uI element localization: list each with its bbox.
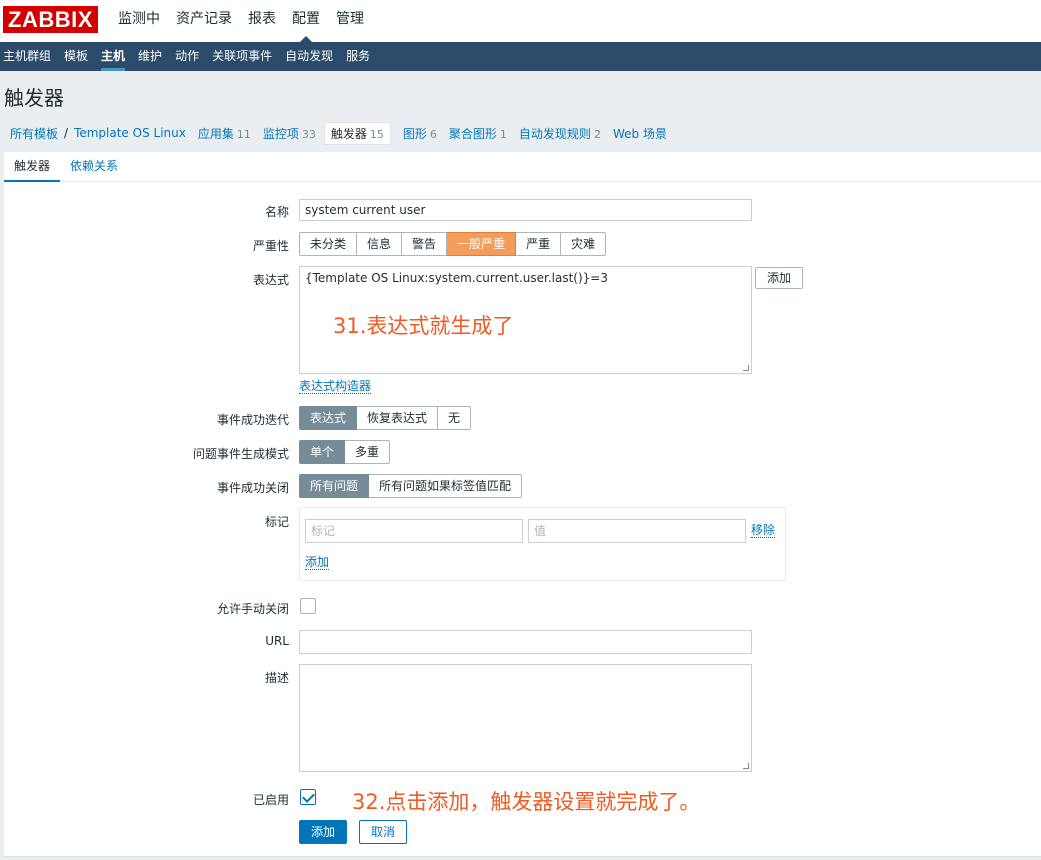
resize-handle-icon[interactable] bbox=[743, 365, 749, 371]
sub-menu-item[interactable]: 动作 bbox=[171, 42, 208, 71]
sub-menu-item[interactable]: 自动发现 bbox=[281, 42, 342, 71]
segment-option[interactable]: 警告 bbox=[402, 232, 448, 256]
main-menu-item[interactable]: 资产记录 bbox=[168, 0, 240, 42]
submit-add-button[interactable]: 添加 bbox=[299, 820, 348, 844]
description-textarea[interactable] bbox=[299, 664, 752, 772]
breadcrumb-item-label: 聚合图形 bbox=[448, 126, 497, 141]
breadcrumb-item-label: 自动发现规则 bbox=[518, 126, 591, 141]
url-input[interactable] bbox=[299, 630, 752, 654]
sub-menu-item[interactable]: 服务 bbox=[342, 42, 379, 71]
name-input[interactable]: system current user bbox=[299, 199, 752, 221]
main-menu-item[interactable]: 配置 bbox=[284, 0, 328, 42]
breadcrumb-item-count: 15 bbox=[369, 127, 384, 141]
ok-event-close-selector: 所有问题 所有问题如果标签值匹配 bbox=[299, 474, 523, 498]
sub-menu-item[interactable]: 维护 bbox=[134, 42, 171, 71]
main-menu-item[interactable]: 管理 bbox=[328, 0, 372, 42]
sub-menu-item[interactable]: 模板 bbox=[60, 42, 97, 71]
page-title: 触发器 bbox=[4, 86, 64, 110]
breadcrumb-item-count: 11 bbox=[236, 127, 251, 141]
url-label: URL bbox=[265, 634, 289, 648]
expression-text: {Template OS Linux:system.current.user.l… bbox=[305, 271, 608, 285]
sub-menu-item[interactable]: 主机 bbox=[97, 42, 134, 71]
severity-selector: 未分类 信息 警告 一般严重 严重 灾难 bbox=[299, 232, 607, 256]
breadcrumb-item[interactable]: 自动发现规则 2 bbox=[519, 125, 601, 142]
segment-option[interactable]: 表达式 bbox=[299, 406, 358, 430]
tags-label: 标记 bbox=[264, 515, 289, 529]
manual-close-label: 允许手动关闭 bbox=[216, 602, 289, 616]
trigger-form: 名称 system current user 严重性 未分类 信息 警告 一般严重 严重… bbox=[4, 182, 1041, 857]
top-bar: ZABBIX 监测中 资产记录 报表 配置 管理 bbox=[0, 0, 1041, 42]
breadcrumb-item-count: 2 bbox=[593, 127, 601, 141]
tag-value-input[interactable]: 值 bbox=[528, 519, 746, 543]
breadcrumb-separator: / bbox=[64, 126, 69, 140]
breadcrumb-item-label: 监控项 bbox=[262, 126, 299, 141]
segment-option[interactable]: 严重 bbox=[516, 232, 562, 256]
breadcrumb-item-count: 1 bbox=[499, 127, 507, 141]
ok-event-close-label: 事件成功关闭 bbox=[216, 481, 289, 495]
tags-table: 标记 值 移除 添加 bbox=[299, 507, 786, 581]
segment-option[interactable]: 所有问题如果标签值匹配 bbox=[369, 474, 523, 498]
segment-option[interactable]: 无 bbox=[438, 406, 472, 430]
breadcrumb-item[interactable]: 应用集 11 bbox=[198, 125, 251, 142]
breadcrumb-item[interactable]: 触发器 15 bbox=[323, 121, 391, 145]
expression-add-button[interactable]: 添加 bbox=[755, 267, 804, 289]
sub-menu: 主机群组 模板 主机 维护 动作 关联项事件 自动发现 服务 bbox=[0, 42, 1041, 71]
manual-close-checkbox[interactable] bbox=[300, 598, 316, 614]
enabled-checkbox[interactable] bbox=[300, 789, 316, 805]
problem-mode-selector: 单个 多重 bbox=[299, 440, 391, 464]
zabbix-logo[interactable]: ZABBIX bbox=[3, 6, 98, 33]
annotation-step-32: 32.点击添加，触发器设置就完成了。 bbox=[352, 790, 701, 814]
breadcrumb-item[interactable]: 监控项 33 bbox=[263, 125, 316, 142]
segment-option[interactable]: 灾难 bbox=[561, 232, 607, 256]
breadcrumb-item[interactable]: 图形 6 bbox=[403, 125, 437, 142]
ok-event-generation-selector: 表达式 恢复表达式无 bbox=[299, 406, 472, 430]
breadcrumb-item[interactable]: Web 场景 bbox=[613, 125, 667, 142]
breadcrumb-all-templates[interactable]: 所有模板 bbox=[10, 125, 58, 142]
tag-remove-link[interactable]: 移除 bbox=[751, 523, 776, 538]
resize-handle-icon[interactable] bbox=[743, 763, 749, 769]
breadcrumb-item-label: 图形 bbox=[402, 126, 427, 141]
main-menu: 监测中 资产记录 报表 配置 管理 bbox=[110, 0, 372, 42]
form-tab[interactable]: 触发器 bbox=[4, 152, 61, 183]
breadcrumb-item-label: 应用集 bbox=[197, 126, 234, 141]
severity-label: 严重性 bbox=[252, 239, 289, 253]
form-tab[interactable]: 依赖关系 bbox=[60, 152, 128, 181]
segment-option[interactable]: 未分类 bbox=[299, 232, 358, 256]
name-label: 名称 bbox=[264, 205, 289, 219]
sub-menu-item[interactable]: 主机群组 bbox=[0, 42, 60, 71]
main-menu-item[interactable]: 报表 bbox=[240, 0, 284, 42]
segment-option[interactable]: 所有问题 bbox=[299, 474, 370, 498]
form-tabs: 触发器 依赖关系 bbox=[4, 152, 1041, 183]
breadcrumb-item-label: Web 场景 bbox=[612, 126, 667, 141]
expression-label: 表达式 bbox=[252, 273, 289, 287]
segment-option[interactable]: 多重 bbox=[345, 440, 391, 464]
breadcrumb: 所有模板 / Template OS Linux 应用集 11 监控项 33 触发器 15… bbox=[0, 120, 1041, 146]
enabled-label: 已启用 bbox=[252, 793, 289, 807]
breadcrumb-item-label: 触发器 bbox=[330, 126, 367, 141]
breadcrumb-item[interactable]: 聚合图形 1 bbox=[449, 125, 507, 142]
tag-name-input[interactable]: 标记 bbox=[305, 519, 523, 543]
ok-event-generation-label: 事件成功迭代 bbox=[216, 413, 289, 427]
problem-mode-label: 问题事件生成模式 bbox=[192, 447, 289, 461]
description-label: 描述 bbox=[264, 671, 289, 685]
breadcrumb-item-count: 33 bbox=[301, 127, 316, 141]
annotation-step-31: 31.表达式就生成了 bbox=[333, 314, 514, 338]
cancel-button[interactable]: 取消 bbox=[359, 820, 408, 844]
expression-builder-link[interactable]: 表达式构造器 bbox=[299, 379, 372, 394]
tag-add-link[interactable]: 添加 bbox=[305, 555, 330, 570]
main-menu-item[interactable]: 监测中 bbox=[110, 0, 168, 42]
breadcrumb-item-count: 6 bbox=[429, 127, 437, 141]
segment-option[interactable]: 单个 bbox=[299, 440, 346, 464]
segment-option[interactable]: 恢复表达式 bbox=[357, 406, 439, 430]
segment-option[interactable]: 一般严重 bbox=[447, 232, 517, 256]
sub-menu-item[interactable]: 关联项事件 bbox=[208, 42, 281, 71]
breadcrumb-template[interactable]: Template OS Linux bbox=[74, 126, 186, 140]
segment-option[interactable]: 信息 bbox=[357, 232, 403, 256]
